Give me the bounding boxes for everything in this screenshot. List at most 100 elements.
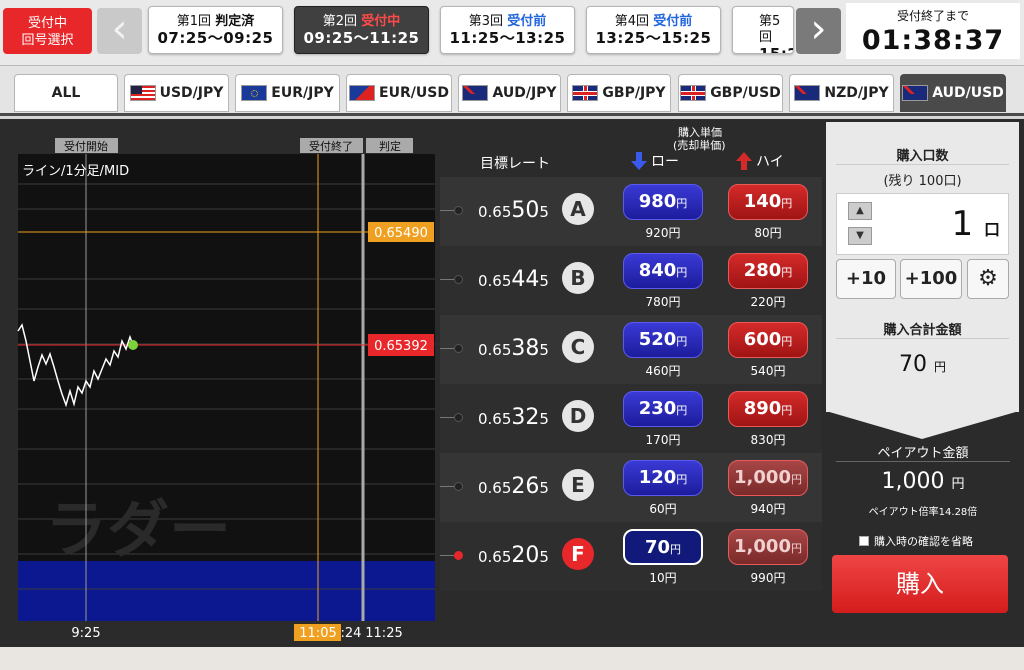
low-buy-button[interactable]: 120円 xyxy=(623,460,703,496)
rate-big: 26 xyxy=(511,474,540,499)
tab-all[interactable]: ALL xyxy=(14,74,118,112)
tab-label: EUR/USD xyxy=(379,85,449,101)
add-100-button[interactable]: +100 xyxy=(900,259,962,299)
row-connector xyxy=(440,348,454,349)
gb-flag-icon xyxy=(680,85,707,101)
target-rate-header: 目標レート xyxy=(480,156,550,172)
app-root: 受付中 回号選択 ‹ 第1回 判定済 07:25〜09:25 第2回 受付中 0… xyxy=(0,0,1024,670)
tab-label: AUD/USD xyxy=(932,85,1004,101)
round-4[interactable]: 第4回 受付前 13:25〜15:25 xyxy=(586,6,721,54)
qty-value-wrap: 1 口 xyxy=(952,204,1000,244)
low-buy-button[interactable]: 230円 xyxy=(623,391,703,427)
tab-aud-jpy[interactable]: AUD/JPY xyxy=(458,74,561,112)
chart-canvas: ラダー 受付開始 受付終了 判定 ライン/1分足/MID 0.65490 0.6… xyxy=(17,138,435,641)
round-2[interactable]: 第2回 受付中 09:25〜11:25 xyxy=(294,6,429,54)
yen-unit: 円 xyxy=(781,197,793,210)
judge-zone xyxy=(18,561,435,621)
divider xyxy=(836,338,1009,339)
chart-watermark: ラダー xyxy=(45,493,231,566)
chevron-right-icon[interactable]: › xyxy=(796,8,841,54)
high-price: 600 xyxy=(743,329,782,350)
rate-letter-badge: E xyxy=(562,469,594,501)
round-status: 受付前 xyxy=(507,14,547,29)
us-flag-icon xyxy=(129,85,156,101)
high-buy-button[interactable]: 890円 xyxy=(728,391,808,427)
yen-unit: 円 xyxy=(676,404,688,417)
add-10-button[interactable]: +10 xyxy=(836,259,896,299)
payout-value-wrap: 1,000 円 xyxy=(822,469,1024,494)
tab-aud-usd[interactable]: AUD/USD xyxy=(900,74,1006,112)
chart-type-label: ライン/1分足/MID xyxy=(22,164,129,179)
skip-confirm-checkbox[interactable]: 購入時の確認を省略 xyxy=(859,533,973,549)
pair-tabs: ALL USD/JPY EUR/JPY EUR/USD AUD/JPY GBP/… xyxy=(0,66,1024,116)
quantity-stepper[interactable]: ▲ ▼ 1 口 xyxy=(836,193,1009,255)
high-buy-button[interactable]: 600円 xyxy=(728,322,808,358)
tab-gbp-jpy[interactable]: GBP/JPY xyxy=(567,74,671,112)
price-top-label: 0.65490 xyxy=(374,226,428,241)
tab-nzd-jpy[interactable]: NZD/JPY xyxy=(789,74,894,112)
row-connector xyxy=(440,210,454,211)
round-time: 15:25 xyxy=(759,45,793,54)
increment-icon[interactable]: ▲ xyxy=(848,202,872,220)
decrement-icon[interactable]: ▼ xyxy=(848,227,872,245)
target-rate: 0.65265 xyxy=(478,474,549,499)
high-buy-button[interactable]: 1,000円 xyxy=(728,529,808,565)
bottom-strip xyxy=(0,647,1024,670)
tab-label: GBP/JPY xyxy=(602,85,666,101)
price-current-label: 0.65392 xyxy=(374,339,428,354)
tab-usd-jpy[interactable]: USD/JPY xyxy=(124,74,229,112)
high-price: 1,000 xyxy=(734,467,791,488)
yen-unit: 円 xyxy=(790,473,802,486)
round-select-button[interactable]: 受付中 回号選択 xyxy=(3,8,92,54)
row-indicator-dot xyxy=(454,551,463,560)
order-panel: 購入口数 (残り 100口) ▲ ▼ 1 口 +10 +100 ⚙ 購入合計金額… xyxy=(822,119,1024,647)
low-buy-button[interactable]: 70円 xyxy=(623,529,703,565)
skip-confirm-label: 購入時の確認を省略 xyxy=(874,535,973,548)
row-connector xyxy=(440,486,454,487)
round-1[interactable]: 第1回 判定済 07:25〜09:25 xyxy=(148,6,283,54)
tab-gbp-usd[interactable]: GBP/USD xyxy=(678,74,783,112)
round-status: 受付前 xyxy=(653,14,693,29)
round-5[interactable]: 第5回 15:25 xyxy=(732,6,794,54)
rate-row: 0.65505 A 980円 140円 920円 80円 xyxy=(440,177,822,246)
price-chart[interactable]: ラダー 受付開始 受付終了 判定 ライン/1分足/MID 0.65490 0.6… xyxy=(0,119,440,647)
x-start-label: 9:25 xyxy=(71,626,100,641)
low-buy-button[interactable]: 840円 xyxy=(623,253,703,289)
buy-button[interactable]: 購入 xyxy=(832,555,1008,613)
tab-label: NZD/JPY xyxy=(824,85,889,101)
round-status: 受付中 xyxy=(361,14,401,29)
tab-label: ALL xyxy=(51,85,81,101)
settings-button[interactable]: ⚙ xyxy=(967,259,1009,299)
row-connector xyxy=(440,279,454,280)
tab-eur-usd[interactable]: EUR/USD xyxy=(346,74,452,112)
chevron-left-icon[interactable]: ‹ xyxy=(97,8,142,54)
high-buy-button[interactable]: 280円 xyxy=(728,253,808,289)
rate-big: 20 xyxy=(511,543,540,568)
low-sell-price: 460円 xyxy=(645,364,681,378)
high-price: 890 xyxy=(743,398,782,419)
qty-label: 購入口数 xyxy=(896,149,949,164)
qty-unit: 口 xyxy=(983,220,1000,239)
round-title: 第1回 xyxy=(176,14,212,29)
rate-letter-badge: A xyxy=(562,193,594,225)
high-buy-button[interactable]: 1,000円 xyxy=(728,460,808,496)
low-buy-button[interactable]: 980円 xyxy=(623,184,703,220)
total-value-wrap: 70 円 xyxy=(826,352,1019,377)
rate-prefix: 0.65 xyxy=(478,479,512,497)
low-price: 980 xyxy=(638,191,677,212)
high-buy-button[interactable]: 140円 xyxy=(728,184,808,220)
payout-value: 1,000 xyxy=(881,469,945,494)
round-3[interactable]: 第3回 受付前 11:25〜13:25 xyxy=(440,6,575,54)
tab-eur-jpy[interactable]: EUR/JPY xyxy=(235,74,340,112)
high-price: 280 xyxy=(743,260,782,281)
high-sell-price: 80円 xyxy=(754,226,782,240)
low-price: 840 xyxy=(638,260,677,281)
high-price: 1,000 xyxy=(734,536,791,557)
rate-big: 50 xyxy=(511,198,540,223)
x-end-rest: :24 xyxy=(341,626,362,641)
low-buy-button[interactable]: 520円 xyxy=(623,322,703,358)
yen-unit: 円 xyxy=(781,404,793,417)
rate-letter-badge: B xyxy=(562,262,594,294)
round-title: 第2回 xyxy=(322,14,358,29)
row-indicator-dot xyxy=(454,344,463,353)
